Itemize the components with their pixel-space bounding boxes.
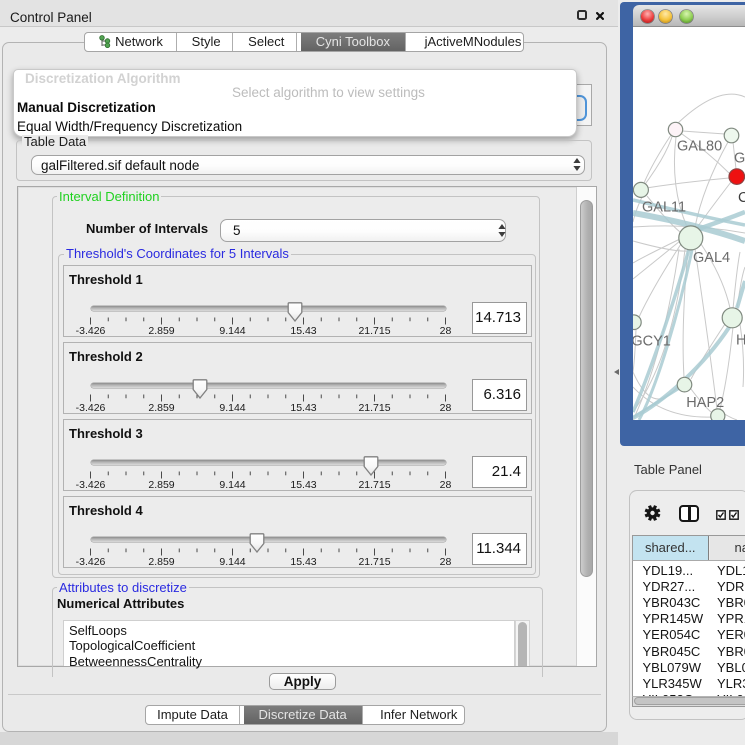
- svg-text:H: H: [736, 333, 745, 349]
- svg-text:HAP2: HAP2: [686, 395, 724, 411]
- svg-text:GA: GA: [734, 151, 745, 167]
- svg-text:GAL11: GAL11: [642, 200, 686, 216]
- svg-text:C: C: [738, 190, 745, 206]
- svg-text:GCY1: GCY1: [633, 334, 671, 350]
- svg-text:GAL80: GAL80: [677, 139, 722, 155]
- svg-text:GAL4: GAL4: [693, 250, 730, 266]
